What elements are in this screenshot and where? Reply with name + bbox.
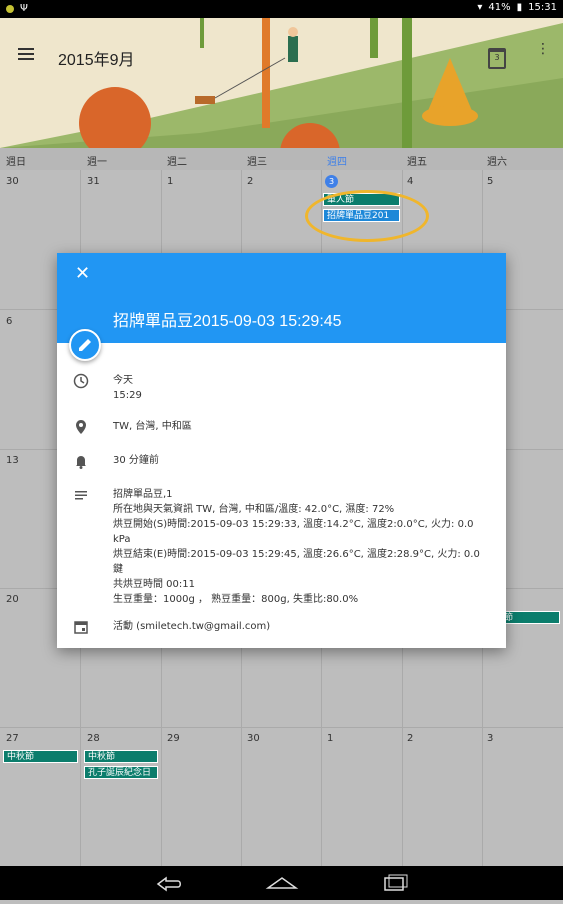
highlight-circle [305, 190, 429, 242]
day-number[interactable]: 5 [487, 176, 493, 187]
day-number[interactable]: 2 [247, 176, 253, 187]
battery-level: 41% [488, 2, 511, 13]
day-number[interactable]: 2 [407, 733, 413, 744]
event-chip[interactable]: 中秋節 [3, 750, 78, 763]
edit-button[interactable] [69, 329, 101, 361]
event-date: 今天 [113, 375, 133, 386]
weekday-label: 週日 [6, 157, 26, 168]
description-line: 烘豆結束(E)時間:2015-09-03 15:29:45, 溫度:26.6°C… [113, 549, 480, 575]
pencil-icon [79, 339, 91, 351]
weekday-label: 週二 [167, 157, 187, 168]
notification-icon [6, 4, 14, 13]
month-title[interactable]: 2015年9月 [58, 46, 135, 70]
description-line: 招牌單品豆,1 [113, 489, 173, 500]
event-detail-dialog: ✕ 招牌單品豆2015-09-03 15:29:45 今天 15:29 TW, … [57, 253, 506, 648]
back-icon[interactable] [156, 876, 181, 892]
menu-icon[interactable] [18, 48, 34, 62]
event-calendar: 活動 (smiletech.tw@gmail.com) [113, 621, 271, 632]
day-number[interactable]: 1 [167, 176, 173, 187]
description-line: 所在地與天氣資訊 TW, 台灣, 中和區/溫度: 42.0°C, 濕度: 72% [113, 504, 395, 515]
description-line: 生豆重量：1000g ， 熟豆重量：800g, 失重比:80.0% [113, 594, 359, 605]
grid-line [0, 727, 563, 728]
day-number[interactable]: 20 [6, 594, 19, 605]
day-number[interactable]: 13 [6, 455, 19, 466]
clock-icon [73, 373, 89, 389]
today-calendar-icon[interactable]: 3 [488, 48, 506, 69]
clock: 15:31 [528, 2, 557, 13]
nav-buttons [156, 874, 408, 892]
weekday-label: 週三 [247, 157, 267, 168]
day-number[interactable]: 31 [87, 176, 100, 187]
day-number[interactable]: 27 [6, 733, 19, 744]
wifi-icon: ▾ [477, 2, 483, 13]
notes-icon [75, 491, 87, 500]
weekday-label: 週一 [87, 157, 107, 168]
event-location: TW, 台灣, 中和區 [113, 421, 192, 432]
event-chip[interactable]: 中秋節 [84, 750, 158, 763]
day-number-today[interactable]: 3 [325, 175, 338, 188]
day-number[interactable]: 3 [487, 733, 493, 744]
description-line: 烘豆開始(S)時間:2015-09-03 15:29:33, 溫度:14.2°C… [113, 519, 474, 545]
event-time: 15:29 [113, 390, 142, 401]
day-number[interactable]: 28 [87, 733, 100, 744]
calendar-icon [74, 621, 88, 634]
weekday-label: 週六 [487, 157, 507, 168]
more-options-icon[interactable]: ⋮ [536, 42, 550, 56]
day-number[interactable]: 4 [407, 176, 413, 187]
status-bar: Ψ ▾ 41% ▮ 15:31 [0, 0, 563, 18]
navigation-bar [0, 866, 563, 900]
description-line: 共烘豆時間 00:11 [113, 579, 195, 590]
event-title: 招牌單品豆2015-09-03 15:29:45 [113, 313, 342, 330]
close-icon[interactable]: ✕ [75, 263, 90, 284]
location-pin-icon [76, 420, 86, 434]
weekday-label-today: 週四 [327, 157, 347, 168]
event-description: 招牌單品豆,1 所在地與天氣資訊 TW, 台灣, 中和區/溫度: 42.0°C,… [113, 487, 486, 607]
dialog-header: ✕ 招牌單品豆2015-09-03 15:29:45 [57, 253, 506, 343]
weekday-row: 週日 週一 週二 週三 週四 週五 週六 [0, 148, 563, 170]
bell-icon [76, 456, 86, 469]
home-icon[interactable] [265, 877, 299, 889]
day-number[interactable]: 1 [327, 733, 333, 744]
usb-icon: Ψ [20, 3, 28, 14]
month-header: 2015年9月 3 ⋮ [0, 18, 563, 148]
day-number[interactable]: 30 [6, 176, 19, 187]
weekday-label: 週五 [407, 157, 427, 168]
day-number[interactable]: 30 [247, 733, 260, 744]
day-number[interactable]: 6 [6, 316, 12, 327]
recents-icon[interactable] [384, 874, 408, 891]
event-reminder: 30 分鐘前 [113, 455, 159, 466]
battery-icon: ▮ [516, 2, 523, 13]
event-chip[interactable]: 孔子誕辰紀念日 [84, 766, 158, 779]
day-number[interactable]: 29 [167, 733, 180, 744]
header-illustration [0, 18, 563, 148]
event-chip[interactable]: 節 [500, 611, 560, 624]
